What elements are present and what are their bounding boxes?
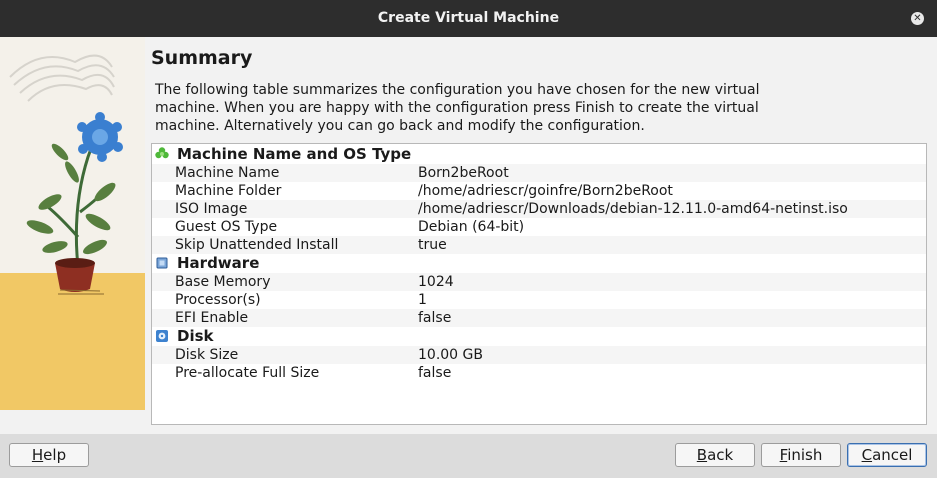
summary-row-label: Processor(s) <box>175 292 261 308</box>
summary-row-value: 1 <box>418 292 427 308</box>
summary-group-title: Hardware <box>177 254 260 272</box>
summary-row-label: Machine Folder <box>175 183 282 199</box>
back-accel: B <box>696 446 708 464</box>
summary-row-value: 1024 <box>418 274 454 290</box>
summary-row-value: Debian (64-bit) <box>418 219 525 235</box>
finish-button[interactable]: Finish <box>761 443 841 467</box>
summary-row-value: /home/adriescr/goinfre/Born2beRoot <box>418 183 673 199</box>
summary-row[interactable]: Machine Name Born2beRoot <box>152 164 926 182</box>
summary-group-0[interactable]: Machine Name and OS Type <box>152 145 926 163</box>
summary-row-label: Skip Unattended Install <box>175 237 339 253</box>
summary-row-value: false <box>418 310 452 326</box>
summary-row[interactable]: Pre-allocate Full Size false <box>152 364 926 382</box>
disk-icon <box>155 329 169 343</box>
button-bar: Help Back Finish Cancel <box>0 434 937 478</box>
summary-row-label: Pre-allocate Full Size <box>175 365 320 381</box>
summary-row-label: Machine Name <box>175 165 280 181</box>
summary-row[interactable]: Disk Size 10.00 GB <box>152 346 926 364</box>
summary-row-label: ISO Image <box>175 201 248 217</box>
summary-table[interactable]: Machine Name and OS Type Machine Name Born… <box>151 143 927 425</box>
page-description: The following table summarizes the confi… <box>155 82 760 134</box>
cancel-button[interactable]: Cancel <box>847 443 927 467</box>
summary-row[interactable]: Base Memory 1024 <box>152 273 926 291</box>
summary-row-value: 10.00 GB <box>418 347 483 363</box>
summary-group-2[interactable]: Disk <box>152 327 926 345</box>
help-button[interactable]: Help <box>9 443 89 467</box>
help-label: elp <box>43 446 67 464</box>
finish-label: inish <box>787 446 823 464</box>
summary-group-title: Disk <box>177 327 214 345</box>
cancel-accel: C <box>861 446 873 464</box>
summary-row[interactable]: Processor(s) 1 <box>152 291 926 309</box>
summary-row[interactable]: Guest OS Type Debian (64-bit) <box>152 218 926 236</box>
summary-row-value: true <box>418 237 447 253</box>
summary-row[interactable]: Machine Folder/home/adriescr/goinfre/Bor… <box>152 182 926 200</box>
window-title: Create Virtual Machine <box>377 10 560 26</box>
summary-row-label: Guest OS Type <box>175 219 278 235</box>
summary-row-label: Base Memory <box>175 274 271 290</box>
wizard-illustration <box>0 37 145 410</box>
help-accel: H <box>31 446 44 464</box>
page-title: Summary <box>151 47 253 69</box>
summary-row[interactable]: EFI Enable false <box>152 309 926 327</box>
cancel-label: ancel <box>872 446 913 464</box>
summary-group-title: Machine Name and OS Type <box>177 145 412 163</box>
back-label: ack <box>707 446 734 464</box>
summary-row[interactable]: ISO Image/home/adriescr/Downloads/debian… <box>152 200 926 218</box>
summary-group-1[interactable]: Hardware <box>152 254 926 272</box>
chip-icon <box>155 256 169 270</box>
wizard-content: Summary The following table summarizes t… <box>0 37 937 434</box>
summary-row-value: /home/adriescr/Downloads/debian-12.11.0-… <box>418 201 848 217</box>
summary-row-value: Born2beRoot <box>418 165 509 181</box>
close-icon[interactable]: ✕ <box>911 12 924 25</box>
os-type-icon <box>155 147 169 161</box>
window-titlebar: Create Virtual Machine ✕ <box>0 0 937 37</box>
summary-row-label: EFI Enable <box>175 310 249 326</box>
summary-row-value: false <box>418 365 452 381</box>
summary-row-label: Disk Size <box>175 347 239 363</box>
summary-row[interactable]: Skip Unattended Install true <box>152 236 926 254</box>
back-button[interactable]: Back <box>675 443 755 467</box>
